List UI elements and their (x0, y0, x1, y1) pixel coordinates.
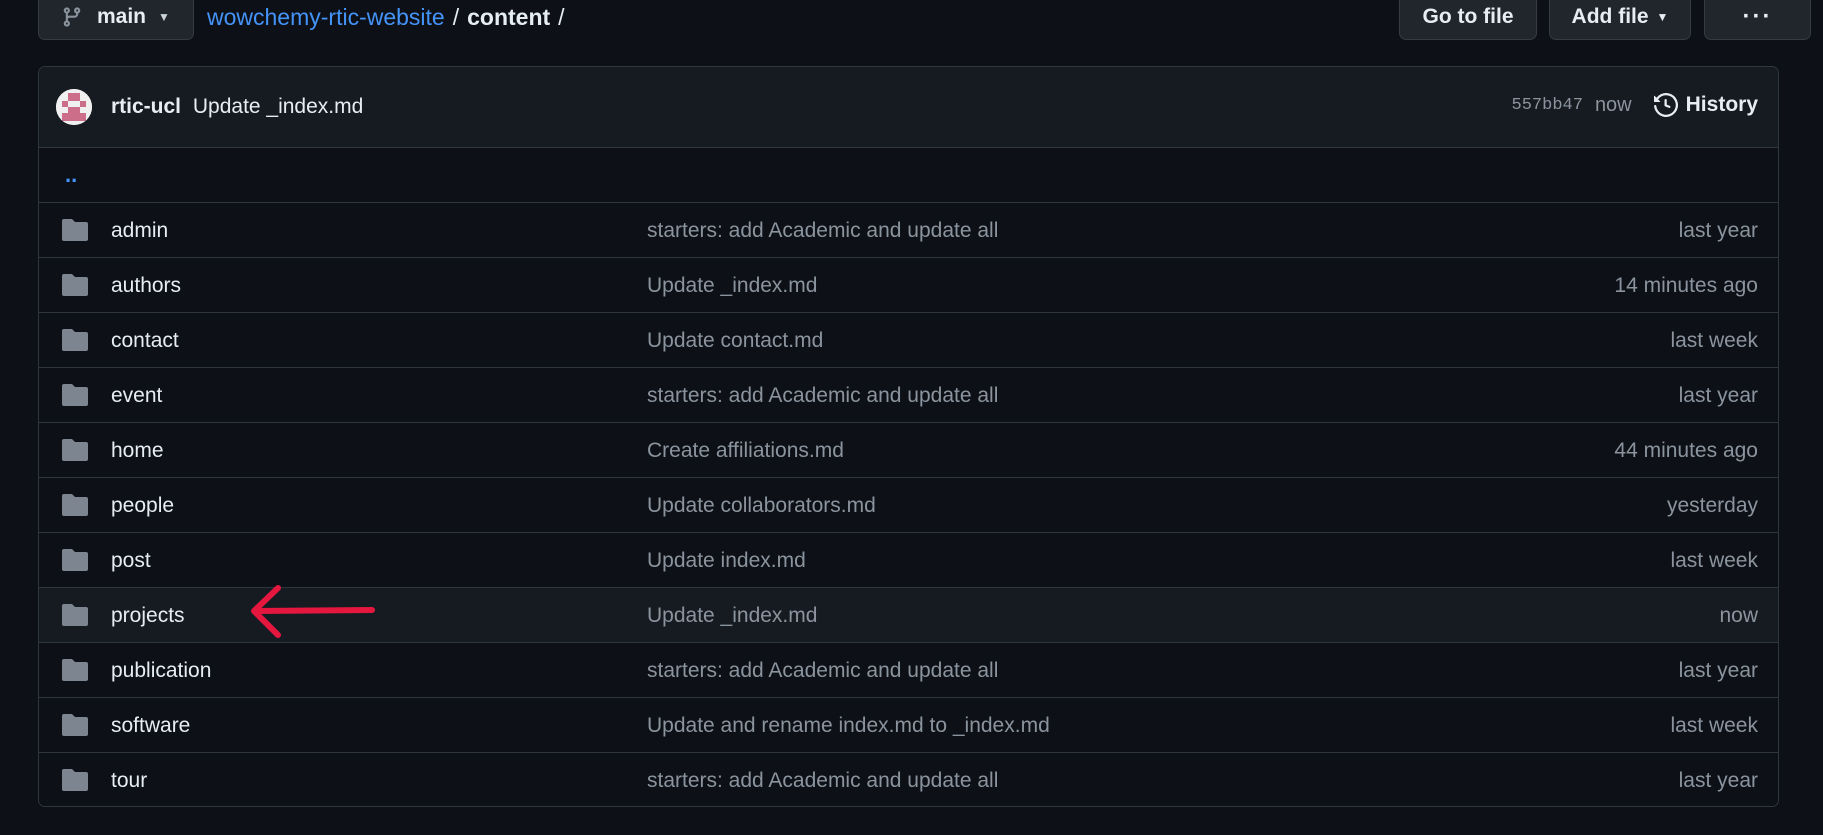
file-commit-age: last year (1678, 769, 1758, 792)
breadcrumb-separator: / (452, 4, 460, 30)
file-name-link[interactable]: event (111, 384, 162, 408)
go-to-file-label: Go to file (1422, 5, 1514, 28)
branch-selector-button[interactable]: main ▼ (38, 0, 194, 40)
breadcrumb: wowchemy-rtic-website / content / (207, 4, 573, 31)
file-name-link[interactable]: contact (111, 329, 179, 353)
folder-icon (62, 604, 88, 626)
folder-icon (62, 714, 88, 736)
file-name-link[interactable]: post (111, 549, 151, 573)
more-options-button[interactable]: ··· (1704, 0, 1811, 40)
go-to-file-button[interactable]: Go to file (1399, 0, 1537, 40)
file-commit-age: 44 minutes ago (1614, 439, 1758, 462)
commit-author-link[interactable]: rtic-ucl (111, 95, 181, 118)
history-link[interactable]: History (1653, 93, 1758, 117)
folder-icon (62, 494, 88, 516)
parent-directory-label: .. (65, 162, 78, 187)
file-listing: rtic-ucl Update _index.md 557bb47 now Hi… (38, 66, 1779, 807)
file-name-link[interactable]: software (111, 714, 190, 738)
commit-meta: 557bb47 now History (1512, 93, 1758, 117)
file-commit-message-link[interactable]: starters: add Academic and update all (647, 659, 998, 683)
file-commit-message-link[interactable]: Update index.md (647, 549, 806, 573)
file-row-admin[interactable]: admin starters: add Academic and update … (39, 203, 1778, 258)
file-name-link[interactable]: tour (111, 769, 147, 793)
file-row-people[interactable]: people Update collaborators.md yesterday (39, 478, 1778, 533)
repo-content-page: main ▼ wowchemy-rtic-website / content /… (0, 0, 1823, 835)
git-branch-icon (63, 7, 81, 27)
avatar[interactable] (56, 89, 92, 125)
file-commit-message-link[interactable]: starters: add Academic and update all (647, 769, 998, 793)
parent-directory-link[interactable]: .. (39, 148, 1778, 203)
branch-name: main (97, 5, 147, 28)
file-row-post[interactable]: post Update index.md last week (39, 533, 1778, 588)
commit-message-link[interactable]: Update _index.md (193, 95, 363, 118)
history-clock-icon (1653, 93, 1678, 117)
breadcrumb-repo-link[interactable]: wowchemy-rtic-website (207, 4, 445, 31)
file-commit-age: last year (1678, 219, 1758, 242)
chevron-down-icon: ▼ (158, 10, 170, 24)
file-row-event[interactable]: event starters: add Academic and update … (39, 368, 1778, 423)
commit-sha-link[interactable]: 557bb47 (1512, 96, 1583, 115)
file-name-link[interactable]: publication (111, 659, 211, 683)
file-commit-age: last week (1670, 714, 1758, 737)
file-row-authors[interactable]: authors Update _index.md 14 minutes ago (39, 258, 1778, 313)
file-name-link[interactable]: projects (111, 604, 185, 628)
file-commit-age: yesterday (1666, 494, 1758, 517)
file-rows: admin starters: add Academic and update … (39, 203, 1778, 806)
red-arrow-annotation (251, 585, 375, 638)
folder-icon (62, 769, 88, 791)
file-name-link[interactable]: admin (111, 219, 168, 243)
file-row-tour[interactable]: tour starters: add Academic and update a… (39, 753, 1778, 806)
file-name-link[interactable]: home (111, 439, 164, 463)
folder-icon (62, 274, 88, 296)
file-name-link[interactable]: people (111, 494, 174, 518)
chevron-down-icon: ▼ (1656, 10, 1669, 24)
file-commit-age: 14 minutes ago (1614, 274, 1758, 297)
folder-icon (62, 439, 88, 461)
commit-summary: rtic-ucl Update _index.md (111, 95, 363, 119)
file-commit-message-link[interactable]: starters: add Academic and update all (647, 219, 998, 243)
file-commit-age: last year (1678, 659, 1758, 682)
file-commit-message-link[interactable]: starters: add Academic and update all (647, 384, 998, 408)
file-name-link[interactable]: authors (111, 274, 181, 298)
folder-icon (62, 659, 88, 681)
file-commit-message-link[interactable]: Update _index.md (647, 604, 817, 628)
commit-time: now (1594, 93, 1632, 116)
identicon-icon (56, 89, 92, 125)
file-row-home[interactable]: home Create affiliations.md 44 minutes a… (39, 423, 1778, 478)
add-file-button[interactable]: Add file ▼ (1549, 0, 1691, 40)
breadcrumb-separator: / (558, 4, 565, 30)
latest-commit-bar: rtic-ucl Update _index.md 557bb47 now Hi… (39, 67, 1778, 148)
folder-icon (62, 384, 88, 406)
folder-icon (62, 219, 88, 241)
file-row-contact[interactable]: contact Update contact.md last week (39, 313, 1778, 368)
history-label: History (1685, 93, 1758, 116)
file-commit-message-link[interactable]: Update and rename index.md to _index.md (647, 714, 1050, 738)
folder-icon (62, 329, 88, 351)
file-navigation-bar: main ▼ wowchemy-rtic-website / content /… (38, 0, 1811, 41)
file-commit-message-link[interactable]: Update collaborators.md (647, 494, 876, 518)
file-commit-message-link[interactable]: Update contact.md (647, 329, 823, 353)
file-row-software[interactable]: software Update and rename index.md to _… (39, 698, 1778, 753)
kebab-icon: ··· (1742, 3, 1773, 30)
file-commit-message-link[interactable]: Create affiliations.md (647, 439, 844, 463)
breadcrumb-current-folder: content (467, 4, 551, 30)
file-row-publication[interactable]: publication starters: add Academic and u… (39, 643, 1778, 698)
file-commit-age: last week (1670, 329, 1758, 352)
add-file-label: Add file (1571, 5, 1649, 28)
file-commit-age: last week (1670, 549, 1758, 572)
folder-icon (62, 549, 88, 571)
file-commit-age: now (1719, 604, 1758, 627)
file-commit-message-link[interactable]: Update _index.md (647, 274, 817, 298)
file-commit-age: last year (1678, 384, 1758, 407)
